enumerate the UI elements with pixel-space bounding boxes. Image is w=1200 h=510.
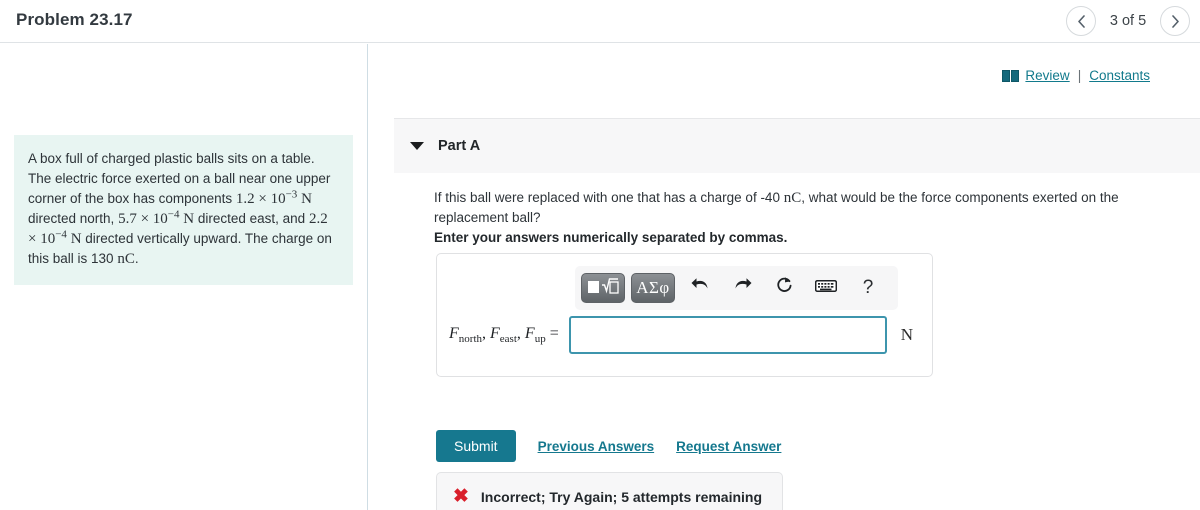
problem-page: Problem 23.17 3 of 5 A box full of charg…: [0, 0, 1200, 510]
page-title: Problem 23.17: [16, 10, 133, 29]
page-header: Problem 23.17 3 of 5: [0, 0, 1200, 43]
statement-exponent-3: −4: [55, 228, 67, 241]
answer-instruction: Enter your answers numerically separated…: [434, 230, 788, 245]
answer-variable-label: Fnorth, Feast, Fup =: [449, 325, 559, 345]
variable-f-1: F: [449, 324, 459, 342]
variable-sub-3: up: [534, 333, 546, 346]
statement-value-2: 5.7 × 10: [118, 211, 168, 227]
statement-unit-3: N: [70, 231, 82, 247]
greek-symbols-button[interactable]: ΑΣφ: [631, 273, 675, 303]
statement-text-2: directed north,: [28, 211, 119, 226]
redo-arrow-icon: [733, 277, 752, 299]
chevron-left-icon: [1077, 14, 1086, 28]
book-icon: [1002, 69, 1020, 82]
problem-statement-column: A box full of charged plastic balls sits…: [0, 44, 367, 510]
error-x-icon: ✖: [453, 486, 469, 507]
question-text: If this ball were replaced with one that…: [434, 188, 1174, 227]
feedback-banner: ✖ Incorrect; Try Again; 5 attempts remai…: [436, 472, 783, 510]
math-template-icon: [587, 276, 619, 301]
keyboard-button[interactable]: [809, 273, 843, 303]
problem-pager: 3 of 5: [1066, 6, 1190, 36]
reset-button[interactable]: [767, 273, 801, 303]
answer-row: Fnorth, Feast, Fup = N: [449, 316, 913, 354]
help-button[interactable]: ?: [851, 273, 885, 303]
next-problem-button[interactable]: [1160, 6, 1190, 36]
variable-sep-1: ,: [482, 324, 487, 342]
equals-sign: =: [549, 324, 559, 342]
previous-problem-button[interactable]: [1066, 6, 1096, 36]
statement-exponent-2: −4: [167, 208, 180, 221]
submit-row: Submit Previous Answers Request Answer: [436, 430, 781, 462]
chevron-down-icon[interactable]: [410, 142, 424, 150]
constants-link[interactable]: Constants: [1089, 68, 1150, 83]
question-unit: nC: [783, 190, 802, 206]
statement-text-3: directed east, and: [194, 211, 309, 226]
undo-button[interactable]: [683, 273, 717, 303]
review-separator: |: [1077, 68, 1082, 83]
previous-answers-link[interactable]: Previous Answers: [538, 439, 655, 454]
feedback-message: Incorrect; Try Again; 5 attempts remaini…: [480, 488, 763, 505]
math-template-button[interactable]: [581, 273, 625, 303]
answer-input[interactable]: [568, 316, 887, 354]
question-text-before: If this ball were replaced with one that…: [434, 190, 780, 205]
statement-unit-4: nC: [117, 251, 135, 267]
pager-label: 3 of 5: [1109, 13, 1147, 29]
variable-f-3: F: [524, 324, 535, 342]
chevron-right-icon: [1171, 14, 1180, 28]
statement-value-1: 1.2 × 10: [235, 191, 286, 207]
statement-exponent-1: −3: [285, 188, 298, 201]
review-bar: Review | Constants: [1002, 68, 1150, 83]
problem-statement: A box full of charged plastic balls sits…: [14, 135, 353, 285]
variable-sep-2: ,: [516, 324, 521, 342]
math-toolbar: ΑΣφ ?: [575, 266, 898, 310]
submit-button[interactable]: Submit: [436, 430, 516, 462]
statement-unit-2: N: [183, 211, 195, 227]
keyboard-icon: [814, 279, 838, 298]
statement-text-5: .: [134, 251, 139, 266]
variable-sub-1: north: [458, 333, 483, 346]
answer-unit-label: N: [900, 325, 913, 344]
statement-unit-1: N: [301, 191, 312, 207]
request-answer-link[interactable]: Request Answer: [676, 439, 781, 454]
review-link[interactable]: Review: [1025, 68, 1069, 83]
answer-panel: ΑΣφ ? Fnorth, Feast, Fup = N: [436, 253, 933, 377]
reset-circle-icon: [775, 276, 794, 300]
answer-column: Review | Constants Part A If this ball w…: [368, 44, 1200, 510]
variable-sub-2: east: [499, 333, 517, 346]
undo-arrow-icon: [691, 277, 710, 299]
redo-button[interactable]: [725, 273, 759, 303]
part-a-header[interactable]: Part A: [394, 118, 1200, 173]
part-a-label: Part A: [438, 138, 481, 154]
variable-f-2: F: [490, 324, 500, 342]
